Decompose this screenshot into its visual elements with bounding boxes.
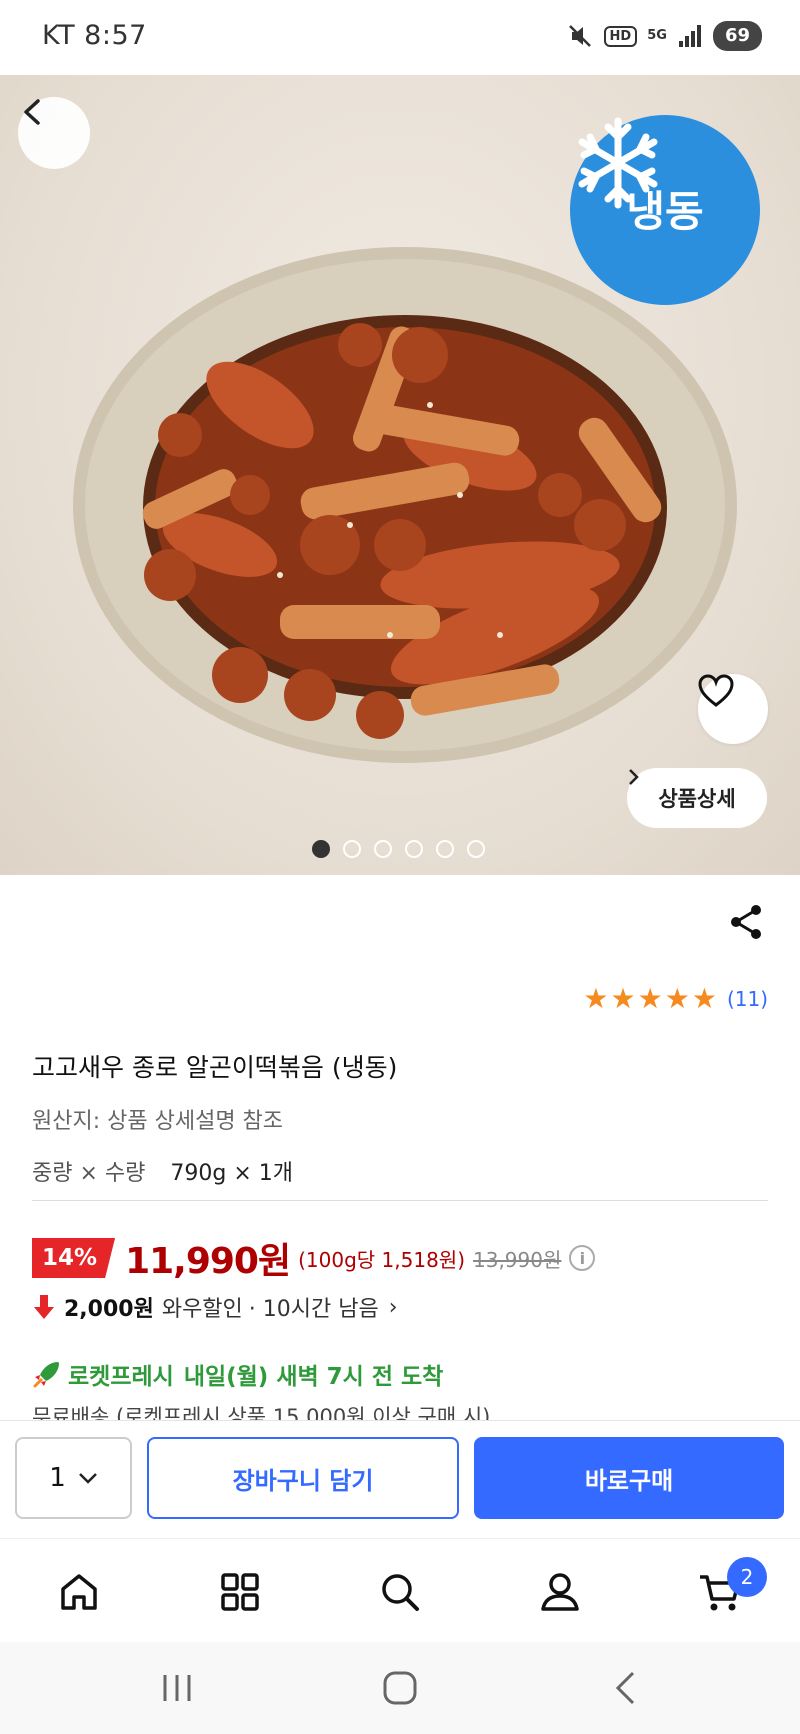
- back-icon: [615, 1671, 635, 1705]
- rocket-fresh-label: 로켓프레시: [68, 1364, 174, 1390]
- signal-icon: [677, 23, 703, 49]
- sale-price: 11,990원: [125, 1241, 291, 1282]
- back-button[interactable]: [18, 97, 90, 169]
- review-count[interactable]: (11): [727, 987, 768, 1011]
- nav-search[interactable]: [375, 1567, 425, 1617]
- info-icon[interactable]: i: [569, 1245, 596, 1271]
- wishlist-button[interactable]: [698, 674, 768, 744]
- home-button-icon: [383, 1671, 417, 1705]
- chevron-left-icon: [24, 99, 40, 125]
- carousel-dot[interactable]: [467, 840, 485, 858]
- wow-discount-row[interactable]: 2,000원 와우할인 · 10시간 남음 ›: [32, 1291, 398, 1323]
- delivery-row: 로켓프레시 내일(월) 새벽 7시 전 도착: [32, 1357, 443, 1391]
- recent-apps-button[interactable]: [152, 1666, 202, 1710]
- purchase-action-bar: 1 장바구니 담기 바로구매: [0, 1420, 800, 1538]
- chevron-right-icon: ›: [388, 1294, 398, 1320]
- carousel-indicator: [312, 840, 485, 858]
- buy-now-button[interactable]: 바로구매: [474, 1437, 784, 1519]
- share-icon: [731, 905, 761, 939]
- categories-icon: [221, 1573, 259, 1611]
- home-system-button[interactable]: [375, 1666, 425, 1710]
- mute-icon: [566, 22, 594, 50]
- chevron-down-icon: [78, 1473, 97, 1484]
- star-icon: ★: [610, 982, 636, 1015]
- star-icon: ★: [583, 982, 609, 1015]
- carousel-dot[interactable]: [436, 840, 454, 858]
- share-button[interactable]: [726, 902, 766, 942]
- discount-amount: 2,000원: [64, 1297, 154, 1322]
- frozen-badge: 냉동: [570, 115, 760, 305]
- unit-price: (100g당 1,518원): [298, 1247, 465, 1272]
- weight-label: 중량 × 수량: [32, 1161, 146, 1186]
- down-arrow-icon: [34, 1295, 54, 1319]
- snowflake-icon: [578, 117, 658, 209]
- cart-count-badge: 2: [727, 1557, 767, 1597]
- add-to-cart-button[interactable]: 장바구니 담기: [147, 1437, 459, 1519]
- status-bar: KT 8:57 HD 5G 69: [0, 0, 800, 75]
- divider: [32, 1200, 768, 1201]
- carousel-dot[interactable]: [405, 840, 423, 858]
- free-shipping-note: 무료배송 (로켓프레시 상품 15,000원 이상 구매 시): [32, 1405, 491, 1422]
- hd-icon: HD: [603, 25, 638, 47]
- product-detail-button[interactable]: 상품상세: [627, 768, 767, 828]
- quantity-select[interactable]: 1: [15, 1437, 132, 1519]
- weight-value: 790g × 1개: [170, 1161, 294, 1186]
- discount-label: 와우할인: [161, 1297, 243, 1322]
- discount-badge: 14%: [32, 1238, 116, 1278]
- rocket-icon: [33, 1362, 59, 1388]
- price-row: 14% 11,990원 (100g당 1,518원) 13,990원 i: [32, 1232, 596, 1284]
- battery-icon: 69: [712, 21, 762, 51]
- heart-outline-icon: [698, 674, 734, 707]
- nav-home[interactable]: [54, 1567, 104, 1617]
- back-system-button[interactable]: [600, 1666, 650, 1710]
- search-icon: [382, 1574, 419, 1611]
- bottom-navigation: 2: [0, 1538, 800, 1642]
- carousel-dot[interactable]: [312, 840, 330, 858]
- product-origin: 원산지: 상품 상세설명 참조: [32, 1109, 284, 1134]
- status-icons: HD 5G 69: [566, 18, 762, 54]
- nav-account[interactable]: [535, 1567, 585, 1617]
- star-icon: ★: [664, 982, 690, 1015]
- product-weight: 중량 × 수량 790g × 1개: [32, 1155, 293, 1187]
- rating[interactable]: ★ ★ ★ ★ ★ (11): [583, 985, 768, 1013]
- nav-categories[interactable]: [215, 1567, 265, 1617]
- account-icon: [541, 1573, 579, 1611]
- chevron-right-icon: [629, 769, 639, 785]
- discount-time-left: · 10시간 남음: [248, 1297, 379, 1322]
- carrier-time: KT 8:57: [42, 20, 147, 51]
- star-icon: ★: [691, 982, 717, 1015]
- home-icon: [61, 1574, 97, 1610]
- original-price: 13,990원: [473, 1247, 562, 1272]
- recent-apps-icon: [163, 1675, 191, 1701]
- system-navigation-bar: [0, 1642, 800, 1734]
- network-5g-icon: 5G: [647, 28, 667, 43]
- product-detail-label: 상품상세: [658, 787, 736, 811]
- carousel-dot[interactable]: [374, 840, 392, 858]
- star-icon: ★: [637, 982, 663, 1015]
- product-title: 고고새우 종로 알곤이떡볶음 (냉동): [32, 1053, 398, 1082]
- delivery-eta: 내일(월) 새벽 7시 전 도착: [183, 1364, 444, 1390]
- quantity-value: 1: [49, 1463, 66, 1493]
- carousel-dot[interactable]: [343, 840, 361, 858]
- product-image-carousel[interactable]: 냉동 상품상세: [0, 75, 800, 875]
